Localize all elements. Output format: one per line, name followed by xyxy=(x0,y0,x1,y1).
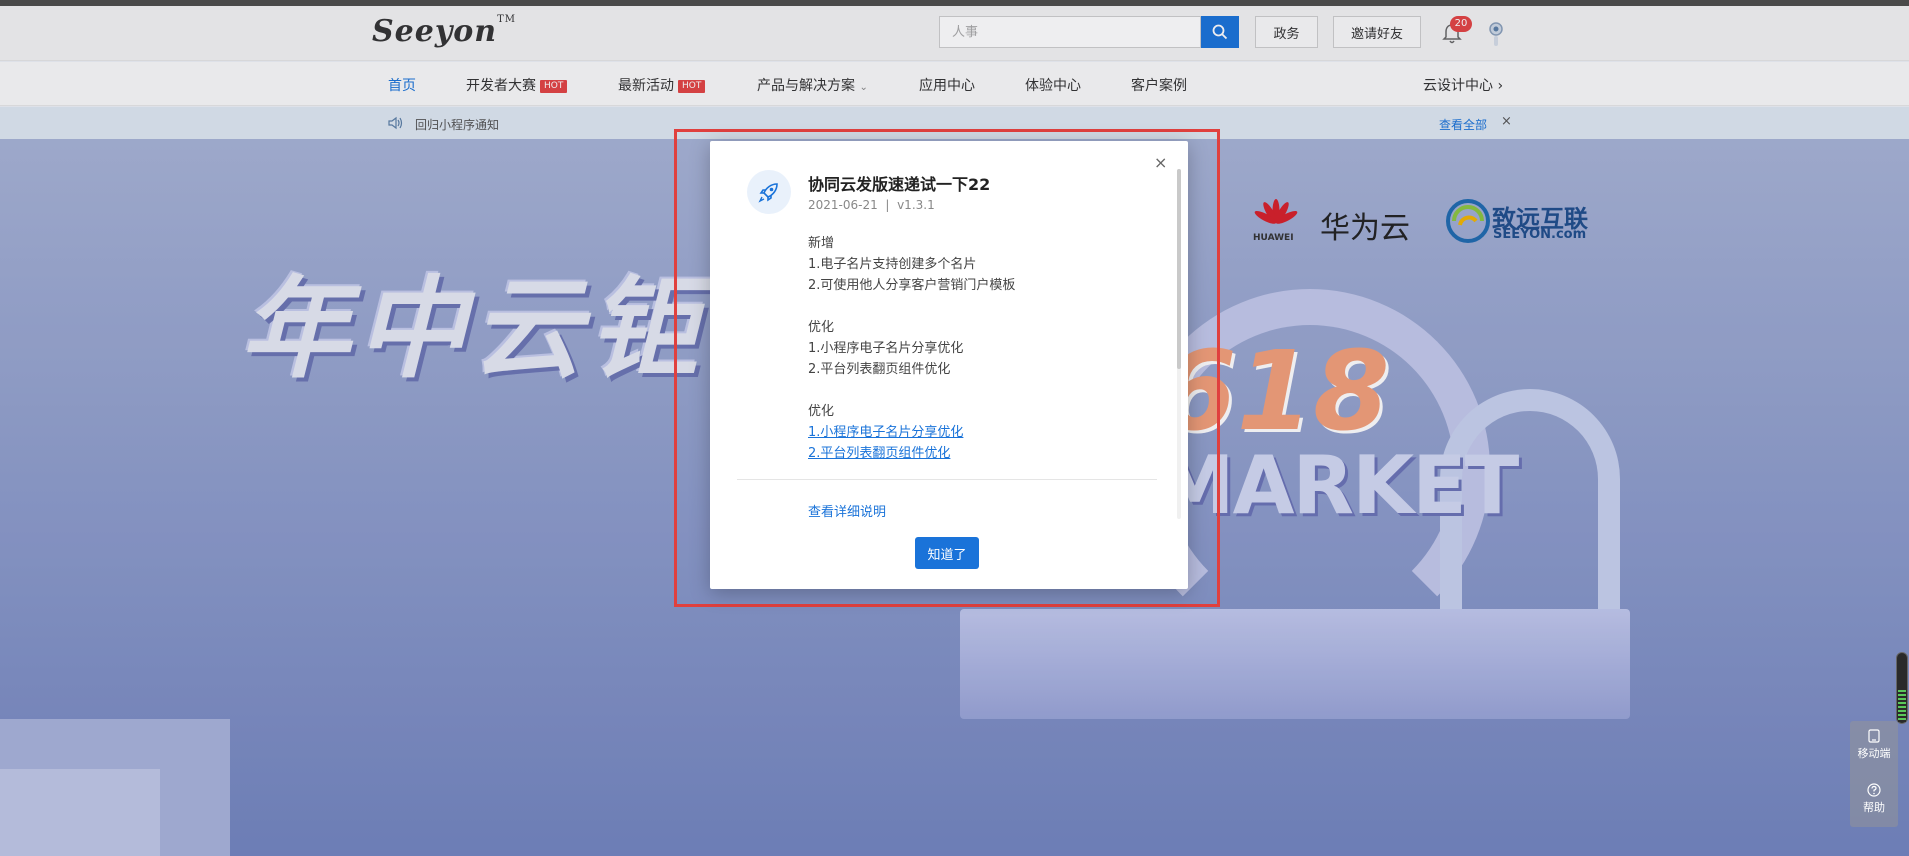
section-link[interactable]: 2.平台列表翻页组件优化 xyxy=(808,446,950,461)
section-line: 2.可使用他人分享客户营销门户模板 xyxy=(808,278,1016,293)
section-heading: 新增 xyxy=(808,236,835,251)
side-help-button[interactable]: 帮助 xyxy=(1850,783,1898,815)
got-it-button[interactable]: 知道了 xyxy=(915,537,979,569)
rocket-icon xyxy=(747,170,791,214)
close-icon[interactable]: × xyxy=(1154,153,1167,172)
section-link[interactable]: 1.小程序电子名片分享优化 xyxy=(808,425,963,440)
dialog-title: 协同云发版速递试一下22 xyxy=(808,175,991,194)
section-line: 2.平台列表翻页组件优化 xyxy=(808,362,951,377)
help-icon xyxy=(1867,783,1881,797)
section-heading: 优化 xyxy=(808,320,835,335)
release-notes-dialog: × 协同云发版速递试一下22 2021-06-21 | v1.3.1 新增 1.… xyxy=(710,141,1188,589)
side-scroll-fill xyxy=(1898,690,1906,722)
tablet-icon xyxy=(1868,729,1880,743)
release-date: 2021-06-21 xyxy=(808,198,878,212)
side-help-label: 帮助 xyxy=(1863,801,1885,814)
dialog-meta: 2021-06-21 | v1.3.1 xyxy=(808,198,935,212)
meta-separator: | xyxy=(885,198,890,212)
view-details-link[interactable]: 查看详细说明 xyxy=(808,501,886,520)
section-line: 1.小程序电子名片分享优化 xyxy=(808,341,964,356)
side-float-panel: 移动端 帮助 xyxy=(1850,721,1898,827)
dialog-body: 新增 1.电子名片支持创建多个名片 2.可使用他人分享客户营销门户模板 优化 1… xyxy=(808,233,1148,464)
dialog-scrollbar-thumb[interactable] xyxy=(1177,169,1181,369)
side-mobile-label: 移动端 xyxy=(1857,747,1891,760)
side-mobile-button[interactable]: 移动端 xyxy=(1850,729,1898,761)
release-version: v1.3.1 xyxy=(897,198,935,212)
section-line: 1.电子名片支持创建多个名片 xyxy=(808,257,977,272)
section-heading: 优化 xyxy=(808,404,835,419)
dialog-divider xyxy=(737,479,1157,480)
